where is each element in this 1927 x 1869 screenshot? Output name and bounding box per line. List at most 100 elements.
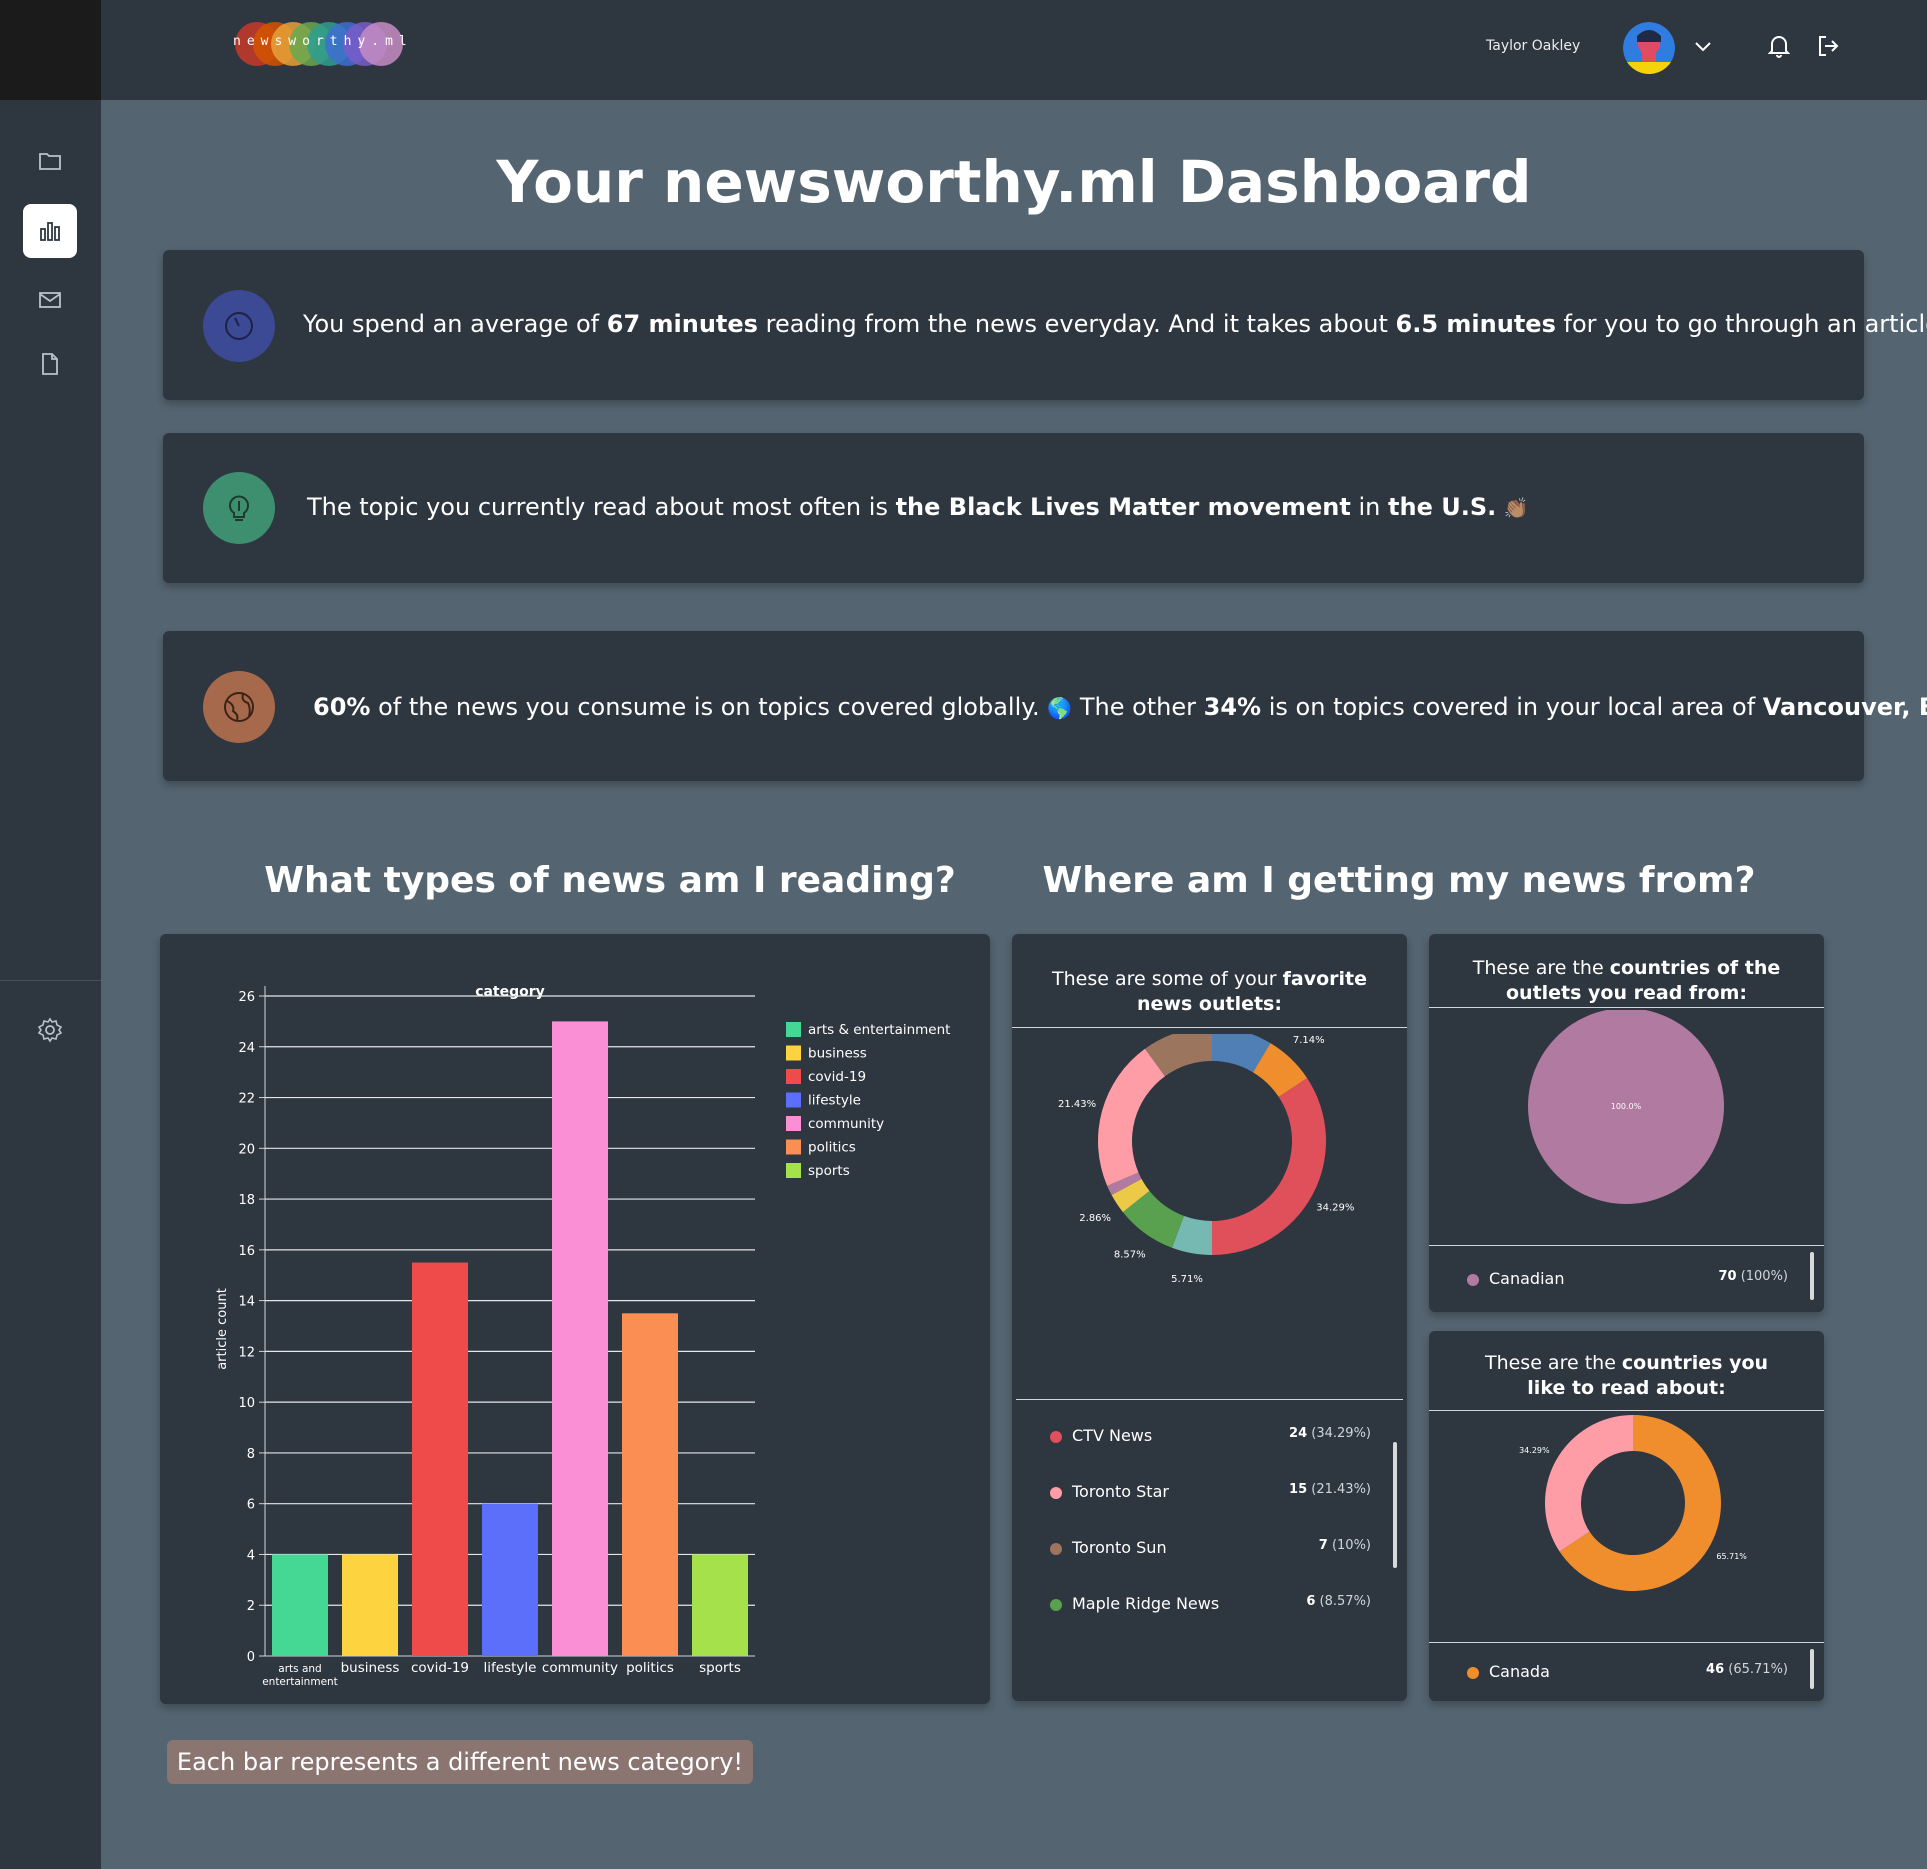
legend-dot [1467, 1274, 1479, 1286]
countries-from-pie-chart: 100.0% [1528, 1010, 1724, 1204]
y-tick-label: 4 [247, 1548, 255, 1563]
legend-row[interactable]: Maple Ridge News 6 (8.57%) [1050, 1594, 1371, 1616]
x-tick-label: business [341, 1660, 400, 1676]
legend-label: community [808, 1116, 884, 1132]
y-tick-label: 18 [238, 1193, 255, 1208]
logout-icon[interactable] [1814, 32, 1842, 60]
legend-row[interactable]: CTV News 24 (34.29%) [1050, 1426, 1371, 1448]
outlets-title: These are some of your favorite news outl… [1052, 968, 1367, 1015]
sidebar-item-mail[interactable] [23, 273, 77, 327]
bar-community [552, 1021, 608, 1656]
countries-about-title: These are the countries you like to read … [1484, 1352, 1769, 1399]
y-tick-label: 12 [238, 1345, 255, 1360]
stat-reading-time-text: You spend an average of 67 minutes readi… [303, 310, 1927, 338]
legend-dot [1050, 1599, 1062, 1611]
x-tick-label: sports [699, 1660, 741, 1676]
y-tick-label: 0 [247, 1650, 255, 1665]
stat-card-reading-time: You spend an average of 67 minutes readi… [163, 250, 1927, 400]
logo-text: newsworthy.ml [233, 34, 413, 49]
countries-from-panel: These are the countries of the outlets yo… [1429, 934, 1824, 1312]
legend-label: business [808, 1046, 867, 1062]
legend-label: sports [808, 1163, 850, 1179]
y-tick-label: 8 [247, 1447, 255, 1462]
pie-slice-label: 100.0% [1611, 1102, 1642, 1111]
x-tick-label: community [542, 1660, 618, 1676]
countries-about-divider-top [1429, 1410, 1824, 1411]
legend-row[interactable]: Canadian 70 (100%) [1467, 1269, 1788, 1291]
sidebar-item-dashboard[interactable] [23, 204, 77, 258]
pie-slice-label: 65.71% [1716, 1552, 1747, 1561]
mail-icon [39, 292, 61, 308]
legend-label: lifestyle [808, 1093, 861, 1109]
legend-value: 15 (21.43%) [1289, 1482, 1371, 1497]
stat-coverage-text: 60% of the news you consume is on topics… [313, 693, 1927, 721]
bar-lifestyle [482, 1503, 538, 1656]
countries-from-divider-bottom [1429, 1245, 1824, 1246]
countries-about-scrollbar[interactable] [1810, 1649, 1814, 1689]
pie-slice-label: 2.86% [1079, 1213, 1111, 1224]
pie-slice-label: 34.29% [1316, 1202, 1354, 1213]
stat-topic-text: The topic you currently read about most … [307, 493, 1529, 521]
x-tick-label: arts and entertainment [262, 1663, 338, 1688]
countries-about-panel: These are the countries you like to read … [1429, 1331, 1824, 1701]
settings-icon [37, 1017, 63, 1043]
sidebar-divider [0, 980, 101, 981]
bar-covid-19 [412, 1262, 468, 1656]
y-tick-label: 26 [238, 990, 255, 1005]
chevron-down-icon[interactable] [1689, 32, 1717, 60]
pie-slice [1098, 1048, 1165, 1186]
legend-label: covid-19 [808, 1069, 866, 1085]
outlets-donut-chart: 8.57%7.14%34.29%5.71%8.57%2.86%21.43%10.… [1058, 1034, 1354, 1285]
legend-dot [1050, 1431, 1062, 1443]
bar-chart: categoryarticle count0246810121416182022… [215, 984, 950, 1688]
top-bar: newsworthy.ml Taylor Oakley [101, 0, 1927, 100]
bar-chart-icon [40, 222, 60, 241]
sidebar-item-folders[interactable] [23, 134, 77, 188]
document-icon [42, 353, 58, 375]
legend-dot [1467, 1667, 1479, 1679]
y-tick-label: 14 [238, 1295, 255, 1310]
user-name[interactable]: Taylor Oakley [1486, 38, 1580, 54]
bar-chart-panel: category article count 0 2 4 6 8 10 12 14 16 18 20 22… [160, 934, 990, 1704]
legend-name: Canada [1489, 1662, 1550, 1681]
x-tick-label: covid-19 [411, 1660, 469, 1676]
y-tick-label: 10 [238, 1396, 255, 1411]
bar-politics [622, 1313, 678, 1656]
pie-slice-label: 21.43% [1058, 1099, 1096, 1110]
sidebar-corner [0, 0, 101, 100]
bell-icon[interactable] [1765, 32, 1793, 60]
logo[interactable]: newsworthy.ml [233, 20, 413, 68]
section-title-sources: Where am I getting my news from? [1042, 860, 1756, 901]
legend-name: CTV News [1072, 1426, 1153, 1445]
legend-value: 6 (8.57%) [1306, 1594, 1371, 1609]
bar-chart-caption: Each bar represents a different news cat… [167, 1740, 753, 1784]
legend-row[interactable]: Canada 46 (65.71%) [1467, 1662, 1788, 1684]
y-tick-label: 24 [238, 1041, 255, 1056]
legend-value: 24 (34.29%) [1289, 1426, 1371, 1441]
legend-row[interactable]: Toronto Sun 7 (10%) [1050, 1538, 1371, 1560]
section-title-types: What types of news am I reading? [264, 860, 956, 901]
avatar[interactable] [1623, 22, 1675, 74]
globe-icon [203, 671, 275, 743]
countries-from-title: These are the countries of the outlets yo… [1472, 957, 1781, 1004]
outlets-scrollbar[interactable] [1393, 1442, 1397, 1568]
x-tick-label: lifestyle [484, 1660, 537, 1676]
bar-chart-title: category [475, 984, 545, 1000]
countries-from-scrollbar[interactable] [1810, 1252, 1814, 1300]
bar-chart-y-label: article count [215, 1288, 230, 1370]
pie-slice-label: 8.57% [1114, 1249, 1146, 1260]
legend-swatch [786, 1139, 801, 1155]
pie-slice-label: 34.29% [1519, 1446, 1550, 1455]
legend-dot [1050, 1543, 1062, 1555]
sidebar-item-documents[interactable] [23, 337, 77, 391]
legend-name: Maple Ridge News [1072, 1594, 1220, 1613]
legend-label: politics [808, 1140, 856, 1156]
legend-name: Toronto Star [1072, 1482, 1169, 1501]
sidebar-item-settings[interactable] [23, 1003, 77, 1057]
countries-about-divider-bottom [1429, 1642, 1824, 1643]
legend-value: 7 (10%) [1318, 1538, 1371, 1553]
legend-row[interactable]: Toronto Star 15 (21.43%) [1050, 1482, 1371, 1504]
outlets-divider-top [1012, 1027, 1407, 1028]
legend-name: Toronto Sun [1072, 1538, 1167, 1557]
outlets-divider-bottom [1016, 1399, 1403, 1400]
